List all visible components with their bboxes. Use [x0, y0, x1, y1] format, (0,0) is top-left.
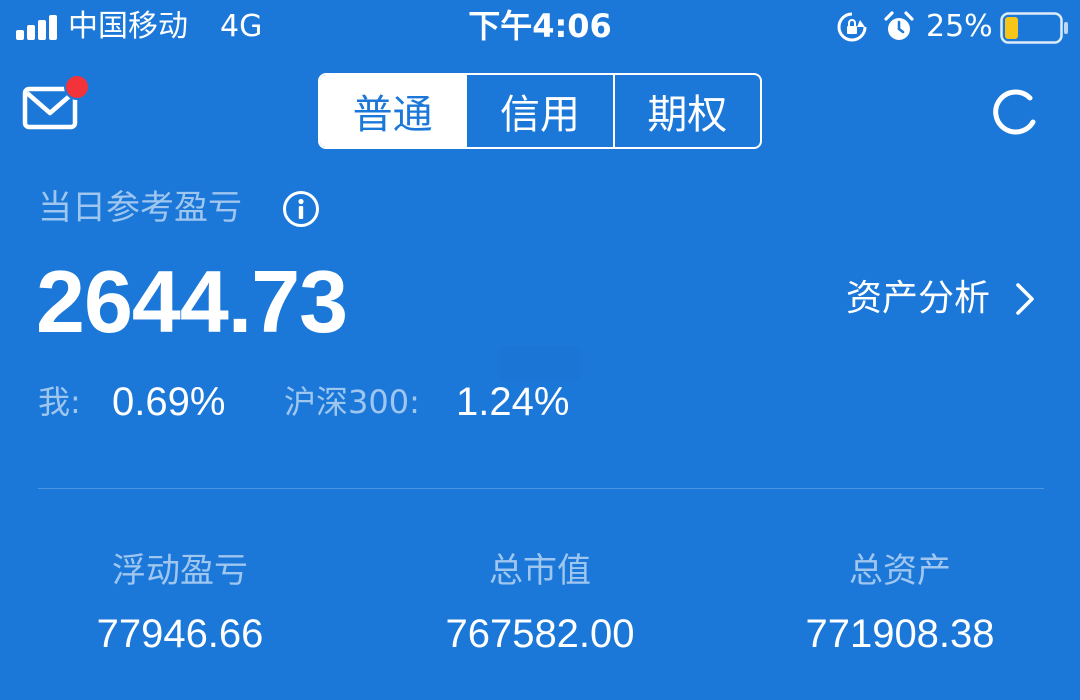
- carrier-name: 中国移动: [68, 9, 188, 44]
- index-return-value: 1.24%: [456, 380, 570, 424]
- overlay-artifact: [500, 346, 580, 380]
- chevron-right-icon: [1016, 283, 1034, 315]
- battery-icon: [1000, 12, 1068, 44]
- asset-analysis-link[interactable]: 资产分析: [846, 276, 1040, 322]
- signal-icon: [16, 14, 60, 40]
- status-time: 下午4:06: [468, 7, 612, 45]
- tab-normal[interactable]: 普通: [320, 75, 466, 147]
- alarm-icon: [884, 11, 914, 40]
- daily-pnl-value: 2644.73: [36, 252, 348, 351]
- battery-percent: 25%: [926, 9, 993, 44]
- rotation-lock-icon: [837, 12, 867, 42]
- stat-market-value: 总市值 767582.00: [360, 548, 720, 658]
- stat-value: 771908.38: [805, 612, 995, 656]
- status-bar: 中国移动 4G 下午4:06 25%: [0, 0, 1080, 56]
- network-type: 4G: [220, 9, 263, 44]
- stat-floating-pnl: 浮动盈亏 77946.66: [0, 548, 360, 658]
- tab-options[interactable]: 期权: [612, 75, 760, 147]
- stat-label: 总市值: [489, 551, 591, 591]
- stat-value: 77946.66: [96, 612, 264, 656]
- divider: [38, 488, 1044, 489]
- index-return-label: 沪深300:: [284, 383, 420, 421]
- info-icon[interactable]: [282, 190, 320, 228]
- stat-total-assets: 总资产 771908.38: [720, 548, 1080, 658]
- daily-pnl-title: 当日参考盈亏: [38, 188, 242, 228]
- my-return-label: 我:: [38, 383, 81, 421]
- refresh-icon[interactable]: [986, 84, 1042, 140]
- mail-button[interactable]: [22, 72, 94, 136]
- account-type-tabs: 普通 信用 期权: [318, 73, 762, 149]
- stat-label: 浮动盈亏: [112, 551, 248, 591]
- tab-credit[interactable]: 信用: [465, 75, 612, 147]
- my-return-value: 0.69%: [112, 380, 226, 424]
- stat-label: 总资产: [849, 551, 951, 591]
- stat-value: 767582.00: [445, 612, 635, 656]
- unread-badge: [64, 74, 90, 100]
- asset-analysis-label: 资产分析: [846, 278, 991, 319]
